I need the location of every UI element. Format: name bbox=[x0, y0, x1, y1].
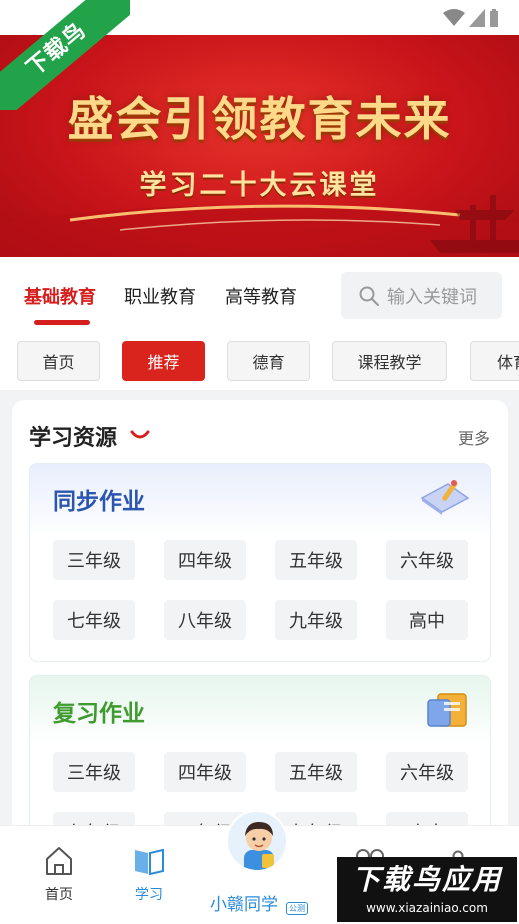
sync-grade-9[interactable]: 九年级 bbox=[275, 600, 357, 640]
watermark-brand: 下载鸟应用 bbox=[351, 863, 502, 896]
chip-sports[interactable]: 体育 bbox=[470, 341, 519, 381]
review-grade-6[interactable]: 六年级 bbox=[386, 752, 468, 792]
channel-chips: 首页 推荐 德育 课程教学 体育 bbox=[0, 332, 519, 390]
status-icons bbox=[443, 9, 499, 27]
books-icon bbox=[427, 693, 467, 727]
nav-home[interactable]: 首页 bbox=[24, 846, 94, 904]
corner-watermark-text: 下载鸟 bbox=[0, 0, 130, 110]
notebook-pencil-icon bbox=[420, 480, 470, 515]
battery-icon bbox=[490, 9, 498, 27]
sync-grade-6[interactable]: 六年级 bbox=[386, 540, 468, 580]
chip-course[interactable]: 课程教学 bbox=[332, 341, 447, 381]
site-watermark: 下载鸟应用 www.xiazainiao.com bbox=[337, 857, 517, 922]
nav-study[interactable]: 学习 bbox=[114, 846, 184, 904]
sync-grade-5[interactable]: 五年级 bbox=[275, 540, 357, 580]
review-grade-5[interactable]: 五年级 bbox=[275, 752, 357, 792]
tab-higher-education[interactable]: 高等教育 bbox=[225, 283, 297, 309]
banner-subtitle: 学习二十大云课堂 bbox=[139, 170, 380, 201]
sync-homework-card: 同步作业 三年级 四年级 五年级 六年级 七年级 八年级 九年级 高中 bbox=[29, 463, 491, 662]
search-placeholder: 输入关键词 bbox=[387, 286, 477, 308]
sync-grade-4[interactable]: 四年级 bbox=[164, 540, 246, 580]
category-nav: 基础教育 职业教育 高等教育 输入关键词 bbox=[0, 257, 519, 332]
nav-home-label: 首页 bbox=[45, 887, 73, 903]
sync-grade-7[interactable]: 七年级 bbox=[53, 600, 135, 640]
sync-grade-3[interactable]: 三年级 bbox=[53, 540, 135, 580]
review-grade-3[interactable]: 三年级 bbox=[53, 752, 135, 792]
search-icon bbox=[359, 286, 379, 306]
sync-grade-high[interactable]: 高中 bbox=[386, 600, 468, 640]
nav-study-label: 学习 bbox=[135, 887, 163, 903]
assistant-label[interactable]: 小赣同学 bbox=[210, 890, 278, 915]
sync-homework-title: 同步作业 bbox=[53, 489, 145, 515]
home-icon bbox=[46, 847, 72, 875]
tab-vocational-education[interactable]: 职业教育 bbox=[124, 283, 196, 309]
chip-moral[interactable]: 德育 bbox=[227, 341, 310, 381]
more-link[interactable]: 更多 bbox=[458, 425, 490, 449]
signal-icon bbox=[469, 9, 485, 27]
wifi-icon bbox=[443, 9, 465, 26]
section-title: 学习资源 bbox=[29, 426, 118, 451]
resources-card: 学习资源 更多 同步作业 三年级 四年级 五年级 六年级 七年级 八年级 九年级… bbox=[12, 400, 508, 840]
corner-watermark: 下载鸟 bbox=[0, 0, 130, 110]
active-tab-indicator bbox=[34, 320, 90, 325]
book-icon bbox=[135, 848, 164, 876]
assistant-avatar[interactable] bbox=[226, 810, 288, 872]
tab-basic-education[interactable]: 基础教育 bbox=[24, 283, 96, 309]
chip-home[interactable]: 首页 bbox=[17, 341, 100, 381]
review-grade-4[interactable]: 四年级 bbox=[164, 752, 246, 792]
review-homework-title: 复习作业 bbox=[53, 701, 145, 727]
watermark-url: www.xiazainiao.com bbox=[366, 901, 488, 915]
smile-accent-icon bbox=[130, 430, 150, 439]
beta-badge: 公测 bbox=[286, 902, 308, 915]
chip-recommend[interactable]: 推荐 bbox=[122, 341, 205, 381]
search-box[interactable]: 输入关键词 bbox=[341, 272, 502, 319]
sync-grade-8[interactable]: 八年级 bbox=[164, 600, 246, 640]
